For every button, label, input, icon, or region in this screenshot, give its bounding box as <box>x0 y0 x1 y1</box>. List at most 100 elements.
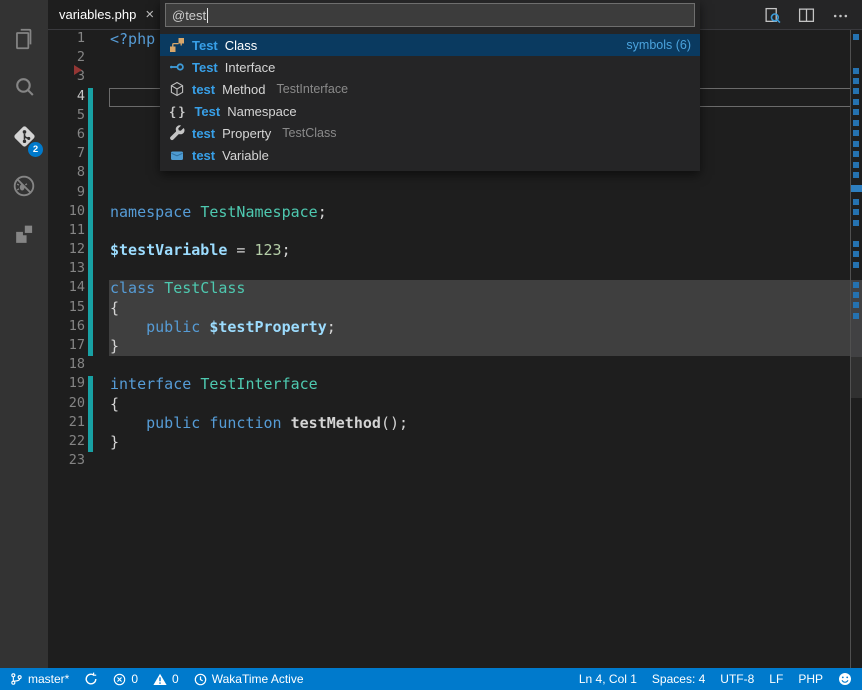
quick-open-results: TestClasssymbols (6) Test Interface test Met… <box>160 34 700 166</box>
split-editor-icon <box>798 7 815 24</box>
errors-status[interactable]: 0 <box>113 672 138 686</box>
code-line[interactable]: namespace TestNamespace; <box>110 203 851 222</box>
code-token: public <box>146 318 200 336</box>
code-line[interactable]: public function testMethod(); <box>110 414 851 433</box>
code-line[interactable]: } <box>110 433 851 452</box>
code-line[interactable] <box>110 184 851 203</box>
code-token: class <box>110 279 155 297</box>
language-mode-status[interactable]: PHP <box>798 672 823 686</box>
wakatime-status[interactable]: WakaTime Active <box>194 672 304 686</box>
code-token: $testVariable <box>110 241 227 259</box>
quick-open-item-class[interactable]: TestClasssymbols (6) <box>160 34 700 56</box>
code-line[interactable] <box>110 222 851 241</box>
activity-bar-item-extensions[interactable] <box>0 210 48 259</box>
code-line[interactable]: } <box>110 337 851 356</box>
encoding-status[interactable]: UTF-8 <box>720 672 754 686</box>
code-token <box>110 318 146 336</box>
code-token: } <box>110 337 119 355</box>
activity-bar-item-explorer[interactable] <box>0 14 48 63</box>
ruler-modified-mark <box>853 130 859 136</box>
line-number: 4 <box>48 88 85 107</box>
line-number: 20 <box>48 395 85 414</box>
ruler-modified-mark <box>853 34 859 40</box>
line-number-gutter[interactable]: 1234567891011121314151617181920212223 <box>48 30 85 471</box>
split-editor-button[interactable] <box>798 7 815 24</box>
eol-label: LF <box>769 672 783 686</box>
quick-open-item-namespace[interactable]: {}TestNamespace <box>160 100 700 122</box>
status-bar: master* 0 0 WakaTime Active Ln 4, Col 1 Spac… <box>0 668 862 690</box>
variable-icon <box>169 147 185 163</box>
matched-text: test <box>192 82 215 97</box>
tab-variables-php[interactable]: variables.php × <box>48 0 165 29</box>
sync-status[interactable] <box>84 672 98 686</box>
line-number: 9 <box>48 184 85 203</box>
git-deleted-indicator <box>74 65 82 75</box>
code-token: ; <box>282 241 291 259</box>
ruler-modified-mark <box>853 251 859 257</box>
close-icon[interactable]: × <box>145 7 154 22</box>
ruler-modified-mark <box>853 241 859 247</box>
quick-open-item-interface[interactable]: Test Interface <box>160 56 700 78</box>
git-branch-status[interactable]: master* <box>10 672 69 686</box>
cursor-position-status[interactable]: Ln 4, Col 1 <box>579 672 637 686</box>
overview-ruler-scrollbar[interactable] <box>850 30 862 668</box>
ruler-cursor-mark <box>851 185 862 192</box>
code-token: interface <box>110 375 191 393</box>
line-number: 11 <box>48 222 85 241</box>
ruler-modified-mark <box>853 292 859 298</box>
code-line[interactable]: interface TestInterface <box>110 375 851 394</box>
warnings-status[interactable]: 0 <box>153 672 179 686</box>
code-line[interactable]: public $testProperty; <box>110 318 851 337</box>
ruler-modified-mark <box>853 282 859 288</box>
symbol-description: TestClass <box>282 126 336 140</box>
symbol-name: Interface <box>225 60 276 75</box>
errors-label: 0 <box>131 672 138 686</box>
feedback-status[interactable] <box>838 672 852 686</box>
quick-open-item-method[interactable]: testMethodTestInterface <box>160 78 700 100</box>
property-icon <box>169 125 185 141</box>
activity-bar-item-search[interactable] <box>0 63 48 112</box>
code-line[interactable]: { <box>110 299 851 318</box>
more-actions-button[interactable] <box>832 7 849 24</box>
ruler-modified-mark <box>853 220 859 226</box>
code-line[interactable] <box>110 356 851 375</box>
code-token: } <box>110 433 119 451</box>
quick-open-input[interactable]: @test <box>165 3 695 27</box>
ruler-modified-mark <box>853 88 859 94</box>
more-actions-icon <box>832 7 849 24</box>
line-number: 15 <box>48 299 85 318</box>
line-number: 18 <box>48 356 85 375</box>
line-number: 21 <box>48 414 85 433</box>
code-token <box>155 279 164 297</box>
code-token: public <box>146 414 200 432</box>
matched-text: Test <box>194 104 220 119</box>
wakatime-label: WakaTime Active <box>212 672 304 686</box>
symbol-name: Class <box>225 38 258 53</box>
clock-icon <box>194 673 207 686</box>
line-number: 5 <box>48 107 85 126</box>
activity-bar-item-debug[interactable] <box>0 161 48 210</box>
ruler-modified-mark <box>853 172 859 178</box>
code-line[interactable] <box>110 452 851 471</box>
quick-open-widget: @test TestClasssymbols (6) Test Interface t… <box>160 0 700 171</box>
cursor-position-label: Ln 4, Col 1 <box>579 672 637 686</box>
code-line[interactable]: { <box>110 395 851 414</box>
code-token: { <box>110 299 119 317</box>
quick-open-item-variable[interactable]: testVariable <box>160 144 700 166</box>
symbol-name: Method <box>222 82 265 97</box>
open-preview-button[interactable] <box>764 7 781 24</box>
indentation-status[interactable]: Spaces: 4 <box>652 672 705 686</box>
scm-pending-changes-badge: 2 <box>28 142 43 157</box>
quick-open-item-property[interactable]: testPropertyTestClass <box>160 122 700 144</box>
eol-status[interactable]: LF <box>769 672 783 686</box>
matched-text: Test <box>192 60 218 75</box>
git-branch-label: master* <box>28 672 69 686</box>
code-line[interactable]: class TestClass <box>110 279 851 298</box>
code-line[interactable]: $testVariable = 123; <box>110 241 851 260</box>
interface-icon <box>169 59 185 75</box>
vscode-window: { "window": {"width": 862, "height": 690… <box>0 0 862 690</box>
ruler-modified-mark <box>853 141 859 147</box>
activity-bar-item-source-control[interactable]: 2 <box>0 112 48 161</box>
warnings-label: 0 <box>172 672 179 686</box>
code-line[interactable] <box>110 260 851 279</box>
